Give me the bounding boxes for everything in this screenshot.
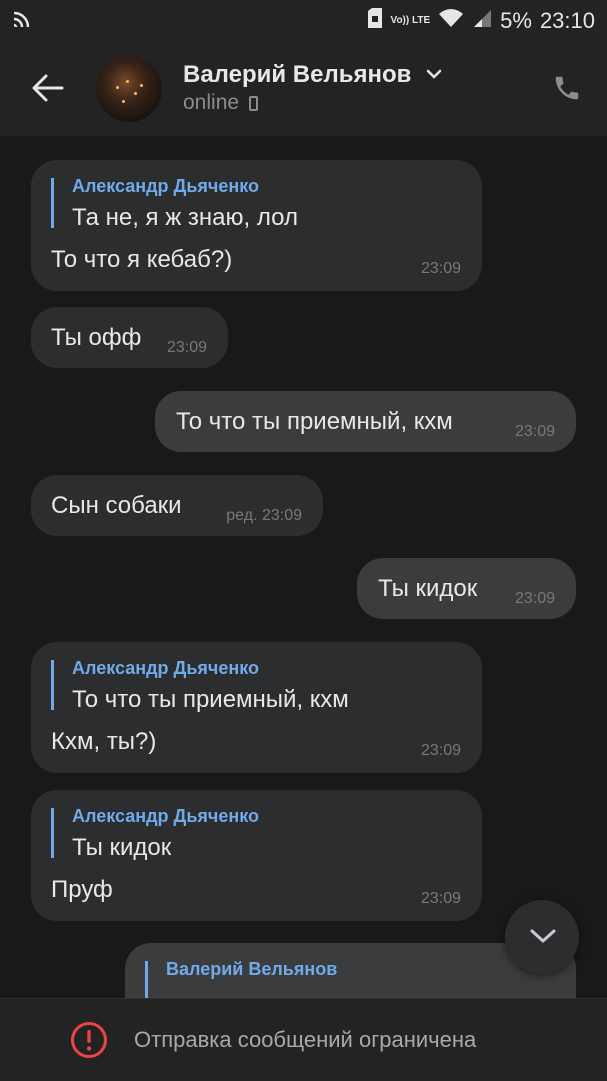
reply-quote[interactable]: Валерий Вельянов bbox=[145, 959, 337, 998]
message-text: Кхм, ты?) bbox=[51, 728, 157, 755]
message-text: То что я кебаб?) bbox=[51, 246, 233, 273]
restricted-notice-text: Отправка сообщений ограничена bbox=[134, 1027, 477, 1052]
reply-quote[interactable]: Александр Дьяченко Ты кидок bbox=[51, 806, 259, 861]
message-time: 23:09 bbox=[420, 260, 461, 277]
message-bubble[interactable]: Сын собаки ред. 23:09 bbox=[31, 475, 323, 536]
contact-status: online bbox=[183, 91, 259, 115]
chat-header: Валерий Вельянов online bbox=[0, 42, 607, 136]
arrow-left-icon[interactable] bbox=[30, 70, 66, 106]
message-bubble[interactable]: Александр Дьяченко Та не, я ж знаю, лол … bbox=[31, 160, 482, 291]
message-time: 23:09 bbox=[166, 339, 207, 356]
message-time: 23:09 bbox=[514, 423, 555, 440]
clock: 23:10 bbox=[539, 8, 595, 33]
message-time: 23:09 bbox=[514, 590, 555, 607]
reply-quote[interactable]: Александр Дьяченко То что ты приемный, к… bbox=[51, 658, 349, 713]
message-time: 23:09 bbox=[420, 742, 461, 759]
reply-author: Валерий Вельянов bbox=[166, 959, 338, 979]
avatar[interactable] bbox=[96, 56, 162, 122]
message-text: Ты кидок bbox=[378, 575, 478, 602]
wifi-icon bbox=[438, 8, 464, 34]
message-text: Ты офф bbox=[51, 324, 142, 351]
chevron-down-icon bbox=[529, 928, 557, 951]
reply-text: Ты кидок bbox=[72, 834, 172, 861]
reply-author: Александр Дьяченко bbox=[72, 176, 260, 196]
message-bubble[interactable]: Александр Дьяченко Ты кидок Пруф 23:09 bbox=[31, 790, 482, 921]
contact-name-label: Валерий Вельянов bbox=[183, 61, 412, 88]
message-text: Пруф bbox=[51, 876, 113, 903]
contact-status-label: online bbox=[183, 91, 240, 114]
status-bar: Vo)) LTE 5% 23:10 bbox=[0, 0, 607, 42]
contact-name[interactable]: Валерий Вельянов bbox=[183, 58, 442, 89]
reply-quote[interactable]: Александр Дьяченко Та не, я ж знаю, лол bbox=[51, 176, 298, 231]
mobile-device-icon bbox=[249, 96, 259, 111]
phone-icon[interactable] bbox=[552, 72, 582, 104]
message-bubble-outgoing[interactable]: То что ты приемный, кхм 23:09 bbox=[155, 391, 576, 452]
reply-text: То что ты приемный, кхм bbox=[72, 686, 349, 713]
chevron-down-icon[interactable] bbox=[426, 58, 442, 86]
message-bubble[interactable]: Александр Дьяченко То что ты приемный, к… bbox=[31, 642, 482, 773]
reply-author: Александр Дьяченко bbox=[72, 658, 260, 678]
message-feed[interactable]: Александр Дьяченко Та не, я ж знаю, лол … bbox=[0, 136, 607, 998]
signal-icon bbox=[472, 8, 492, 34]
volte-indicator: Vo)) LTE bbox=[390, 15, 431, 26]
restricted-notice-bar: Отправка сообщений ограничена bbox=[0, 998, 607, 1081]
exclamation-circle-icon bbox=[70, 1021, 108, 1059]
reply-author: Александр Дьяченко bbox=[72, 806, 260, 826]
message-time: 23:09 bbox=[420, 890, 461, 907]
message-text: То что ты приемный, кхм bbox=[176, 408, 453, 435]
message-text: Сын собаки bbox=[51, 492, 182, 519]
cast-icon bbox=[12, 9, 32, 35]
message-bubble[interactable]: Ты офф 23:09 bbox=[31, 307, 228, 368]
sim-icon bbox=[367, 8, 383, 34]
message-bubble-outgoing[interactable]: Ты кидок 23:09 bbox=[357, 558, 576, 619]
message-time: ред. 23:09 bbox=[226, 507, 302, 524]
battery-level: 5% bbox=[500, 8, 532, 33]
reply-text: Та не, я ж знаю, лол bbox=[72, 204, 298, 231]
scroll-to-bottom-button[interactable] bbox=[505, 900, 579, 974]
